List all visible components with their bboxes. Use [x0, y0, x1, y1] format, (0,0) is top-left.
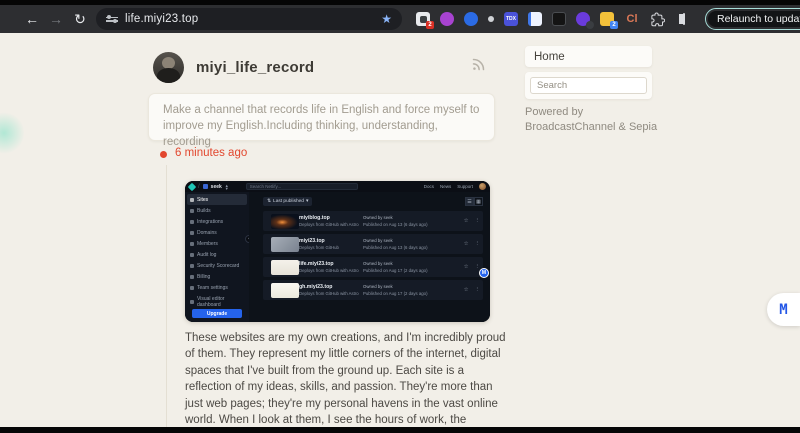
reload-icon[interactable]: ↻: [68, 11, 92, 28]
netlify-user-avatar: [479, 183, 486, 190]
netlify-sidebar: Sites Builds Integrations Domains Member…: [185, 192, 249, 322]
row-menu-icon: ⋮: [475, 287, 481, 293]
post-image-netlify-dashboard[interactable]: / seek ▲▼ Search Netlify... Docs News Su…: [185, 181, 490, 322]
extension-icon-7[interactable]: [552, 12, 566, 26]
extensions-puzzle-icon[interactable]: [650, 12, 665, 27]
bookmark-star-icon[interactable]: ★: [381, 12, 392, 26]
star-icon: ☆: [464, 241, 469, 247]
extension-icon-2[interactable]: [440, 12, 454, 26]
row-menu-icon: ⋮: [475, 241, 481, 247]
home-link[interactable]: Home: [525, 46, 652, 67]
menu-members: Members: [185, 238, 249, 249]
menu-integrations: Integrations: [185, 216, 249, 227]
channel-description: Make a channel that records life in Engl…: [163, 104, 479, 148]
claude-extension-icon[interactable]: Cl: [624, 12, 640, 26]
nav-docs: Docs: [424, 184, 434, 189]
relaunch-label: Relaunch to update: [717, 13, 800, 25]
sort-dropdown: ⇅Last published▾: [263, 197, 312, 206]
relaunch-button[interactable]: Relaunch to update ⋮: [705, 8, 800, 30]
star-icon: ☆: [464, 218, 469, 224]
extension-badge: 2: [610, 21, 618, 29]
monica-assistant-tab[interactable]: M: [767, 293, 800, 326]
powered-by: Powered by BroadcastChannel & Sepia: [525, 105, 657, 135]
extension-icon-4[interactable]: [488, 16, 494, 22]
team-name: seek: [211, 184, 222, 190]
powered-by-name[interactable]: BroadcastChannel & Sepia: [525, 120, 657, 135]
netlify-logo-icon: [188, 182, 196, 190]
nav-news: News: [440, 184, 451, 189]
floating-widget-glow: [0, 111, 24, 155]
site-row: miyi23.topDeploys from GitHub Owned by s…: [263, 234, 483, 254]
row-menu-icon: ⋮: [475, 218, 481, 224]
menu-team-settings: Team settings: [185, 282, 249, 293]
back-icon[interactable]: ←: [20, 11, 44, 27]
timeline-line: [166, 165, 167, 427]
menu-sites: Sites: [187, 194, 247, 205]
menu-domains: Domains: [185, 227, 249, 238]
list-view-icon: ☰: [465, 197, 474, 206]
extension-icon-3[interactable]: [464, 12, 478, 26]
url-text[interactable]: life.miyi23.top: [125, 13, 381, 25]
netlify-nav: Docs News Support: [424, 183, 486, 190]
star-icon: ☆: [464, 264, 469, 270]
breadcrumb-slash: /: [198, 184, 200, 190]
team-avatar: [203, 184, 208, 189]
netlify-main: ⇅Last published▾ ☰▦ miyiblog.topDeploys …: [249, 192, 490, 322]
channel-title: miyi_life_record: [196, 59, 314, 76]
timeline-dot: [160, 151, 167, 158]
upgrade-button: Upgrade: [192, 309, 242, 318]
side-panel-icon[interactable]: [683, 13, 685, 25]
site-row: life.miyi23.topDeploys from GitHub with …: [263, 257, 483, 277]
menu-security-scorecard: Security Scorecard: [185, 260, 249, 271]
extension-icon-5[interactable]: TDX: [504, 12, 518, 26]
site-thumbnail: [271, 214, 299, 229]
team-switcher-icon: ▲▼: [225, 184, 229, 190]
netlify-search-placeholder: Search Netlify...: [250, 184, 281, 189]
menu-audit-log: Audit log: [185, 249, 249, 260]
grid-view-icon: ▦: [474, 197, 483, 206]
monica-logo-icon: M: [779, 302, 787, 318]
site-row: gh.miyi23.topDeploys from GitHub with As…: [263, 280, 483, 300]
address-bar[interactable]: life.miyi23.top ★: [96, 8, 402, 30]
star-icon: ☆: [464, 287, 469, 293]
site-thumbnail: [271, 237, 299, 252]
search-input[interactable]: [530, 77, 647, 94]
site-thumbnail: [271, 283, 299, 298]
menu-builds: Builds: [185, 205, 249, 216]
extension-icon-1[interactable]: 2: [416, 12, 430, 26]
netlify-search-bar: Search Netlify...: [246, 183, 358, 190]
monica-badge-in-screenshot: M: [479, 268, 489, 278]
browser-toolbar: ← → ↻ life.miyi23.top ★ 2 TDX 2 Cl Relau…: [0, 5, 800, 33]
site-row: miyiblog.topDeploys from GitHub with Ast…: [263, 211, 483, 231]
post-timestamp[interactable]: 6 minutes ago: [175, 147, 247, 159]
extension-badge: 2: [426, 21, 434, 29]
search-card: [525, 72, 652, 99]
rss-icon[interactable]: [471, 57, 486, 72]
site-thumbnail: [271, 260, 299, 275]
forward-icon[interactable]: →: [44, 11, 68, 27]
channel-description-card: Make a channel that records life in Engl…: [148, 93, 495, 141]
extensions-row: 2 TDX 2 Cl: [416, 12, 665, 27]
menu-billing: Billing: [185, 271, 249, 282]
nav-support: Support: [457, 184, 473, 189]
sites-list: miyiblog.topDeploys from GitHub with Ast…: [263, 211, 483, 303]
powered-by-label: Powered by: [525, 105, 657, 120]
netlify-topbar: / seek ▲▼ Search Netlify... Docs News Su…: [185, 181, 490, 192]
view-toggles: ☰▦: [465, 197, 483, 206]
post-body: These websites are my own creations, and…: [185, 330, 512, 427]
taskbar-edge: [0, 427, 800, 433]
menu-visual-editor: Visual editor dashboard: [185, 296, 249, 307]
netlify-dashboard: / seek ▲▼ Search Netlify... Docs News Su…: [185, 181, 490, 322]
page-content: miyi_life_record Make a channel that rec…: [0, 33, 800, 427]
site-settings-icon[interactable]: [106, 17, 118, 22]
channel-avatar[interactable]: [153, 52, 184, 83]
extension-icon-9[interactable]: 2: [600, 12, 614, 26]
extension-icon-8[interactable]: [576, 12, 590, 26]
extension-icon-6[interactable]: [528, 12, 542, 26]
